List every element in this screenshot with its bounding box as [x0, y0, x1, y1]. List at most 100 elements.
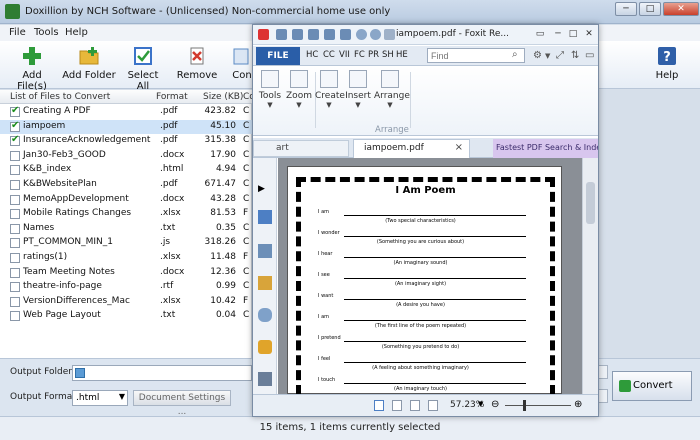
convert-toolbar-button[interactable]: Con	[230, 43, 254, 87]
table-row[interactable]: K&B_index .html 4.94 C	[0, 163, 252, 178]
chevron-down-icon[interactable]: ▼	[478, 400, 483, 408]
side-button-upper[interactable]	[598, 365, 608, 379]
row-checkbox[interactable]	[10, 267, 20, 278]
lock-icon[interactable]	[258, 340, 272, 354]
tab-file[interactable]: FILE	[256, 47, 300, 65]
row-checkbox[interactable]	[10, 150, 20, 161]
output-format-select[interactable]: .html ▼	[72, 390, 128, 406]
undo-icon[interactable]	[356, 29, 367, 40]
vertical-scrollbar[interactable]	[582, 158, 598, 394]
tab-help[interactable]: HE	[396, 50, 408, 60]
row-checkbox[interactable]	[10, 223, 20, 234]
table-row[interactable]: iampoem .pdf 45.10 C	[0, 119, 252, 135]
row-checkbox[interactable]	[10, 282, 20, 293]
table-row[interactable]: ratings(1) .xlsx 11.48 F	[0, 251, 252, 266]
zoom-out-icon[interactable]: ⊖	[491, 399, 499, 410]
table-row[interactable]: PT_COMMON_MIN_1 .js 318.26 C	[0, 236, 252, 251]
table-row[interactable]: MemoAppDevelopment .docx 43.28 C	[0, 193, 252, 208]
zoom-slider-thumb[interactable]	[523, 400, 526, 411]
row-checkbox[interactable]	[10, 311, 20, 322]
gear-icon[interactable]: ⚙	[533, 50, 542, 61]
tools-button[interactable]: Tools ▼	[256, 70, 284, 122]
row-checkbox[interactable]	[10, 296, 20, 307]
facing-page-icon[interactable]	[410, 400, 420, 411]
column-header-format[interactable]: Format	[156, 92, 188, 102]
row-checkbox[interactable]	[10, 180, 20, 190]
convert-button[interactable]: Convert	[612, 371, 692, 401]
continuous-facing-icon[interactable]	[428, 400, 438, 411]
menu-tools[interactable]: Tools	[34, 27, 59, 38]
menu-file[interactable]: File	[9, 27, 26, 38]
tab-form[interactable]: FC	[354, 50, 365, 60]
zoom-button[interactable]: Zoom ▼	[285, 70, 313, 122]
redo-icon[interactable]	[370, 29, 381, 40]
zoom-slider[interactable]	[505, 405, 571, 406]
doc-tab-iampoem[interactable]: iampoem.pdf ×	[353, 139, 470, 158]
row-checkbox[interactable]	[10, 120, 20, 132]
table-row[interactable]: theatre-info-page .rtf 0.99 C	[0, 280, 252, 295]
minimize-button[interactable]: ─	[615, 2, 637, 16]
table-row[interactable]: InsuranceAcknowledgement .pdf 315.38 C	[0, 134, 252, 149]
table-row[interactable]: Mobile Ratings Changes .xlsx 81.53 F	[0, 207, 252, 222]
foxit-restore-icon[interactable]: ▭	[533, 28, 547, 40]
close-icon[interactable]: ×	[455, 142, 463, 153]
foxit-close-icon[interactable]: ✕	[582, 28, 596, 40]
table-row[interactable]: Web Page Layout .txt 0.04 C	[0, 309, 252, 324]
table-row[interactable]: Jan30-Feb3_GOOD .docx 17.90 C	[0, 149, 252, 164]
output-folder-field[interactable]	[72, 365, 252, 381]
comments-icon[interactable]	[258, 276, 272, 290]
row-checkbox[interactable]	[10, 194, 20, 205]
customize-icon[interactable]	[384, 29, 395, 40]
hand-icon[interactable]	[340, 29, 351, 40]
table-row[interactable]: K&BWebsitePlan .pdf 671.47 C	[0, 178, 252, 193]
tab-home[interactable]: HC	[306, 50, 318, 60]
pdf-search-index-banner[interactable]: Fastest PDF Search & Index	[493, 139, 598, 158]
table-row[interactable]: Team Meeting Notes .docx 12.36 C	[0, 266, 252, 281]
pages-icon[interactable]	[258, 210, 272, 224]
single-page-icon[interactable]	[374, 400, 384, 411]
row-checkbox[interactable]	[10, 238, 20, 249]
remove-button[interactable]: Remove	[176, 43, 218, 87]
print-icon[interactable]	[308, 29, 319, 40]
attachment-icon[interactable]	[258, 308, 272, 322]
chat-icon[interactable]: ▭	[585, 50, 594, 61]
help-button[interactable]: ? Help	[650, 43, 684, 87]
document-view[interactable]: I Am Poem I am (Two special characteristi…	[278, 158, 598, 395]
column-header-size[interactable]: Size (KB)	[203, 92, 243, 102]
layers-icon[interactable]	[258, 244, 272, 258]
doc-tab-previous[interactable]: art	[253, 140, 349, 157]
select-all-button[interactable]: Select All	[120, 43, 166, 92]
signature-icon[interactable]	[258, 372, 272, 386]
chevron-down-icon[interactable]: ▼	[545, 52, 550, 60]
add-files-button[interactable]: Add File(s)	[6, 43, 58, 92]
add-folder-button[interactable]: Add Folder	[62, 43, 116, 87]
create-button[interactable]: Create ▼	[315, 70, 345, 122]
column-header-name[interactable]: List of Files to Convert	[10, 92, 110, 102]
save-icon[interactable]	[292, 29, 303, 40]
document-settings-button[interactable]: Document Settings ...	[133, 390, 231, 417]
menu-help[interactable]: Help	[65, 27, 88, 38]
table-row[interactable]: Names .txt 0.35 C	[0, 222, 252, 237]
find-input[interactable]	[427, 48, 525, 63]
search-icon[interactable]: ⌕	[512, 49, 518, 60]
row-checkbox[interactable]	[10, 134, 20, 147]
tab-comment[interactable]: CC	[323, 50, 335, 60]
copy-icon[interactable]	[324, 29, 335, 40]
foxit-minimize-icon[interactable]: ─	[551, 28, 565, 40]
foxit-maximize-icon[interactable]: □	[566, 28, 580, 40]
row-checkbox[interactable]	[10, 253, 20, 263]
table-row[interactable]: Creating A PDF .pdf 423.82 C	[0, 105, 252, 120]
table-row[interactable]: VersionDifferences_Mac .xlsx 10.42 F	[0, 295, 252, 310]
tab-protect[interactable]: PR	[368, 50, 379, 60]
open-icon[interactable]	[276, 29, 287, 40]
close-button[interactable]: ✕	[663, 2, 699, 16]
continuous-page-icon[interactable]	[392, 400, 402, 411]
row-checkbox[interactable]	[10, 165, 20, 176]
maximize-button[interactable]: □	[639, 2, 661, 16]
row-checkbox[interactable]	[10, 209, 20, 220]
insert-button[interactable]: Insert ▼	[344, 70, 372, 122]
arrange-button[interactable]: Arrange ▼	[374, 70, 410, 122]
tab-view[interactable]: VII	[339, 50, 350, 60]
collapse-ribbon-icon[interactable]: ⇅	[571, 50, 579, 61]
expand-panel-icon[interactable]: ▶	[258, 184, 272, 198]
